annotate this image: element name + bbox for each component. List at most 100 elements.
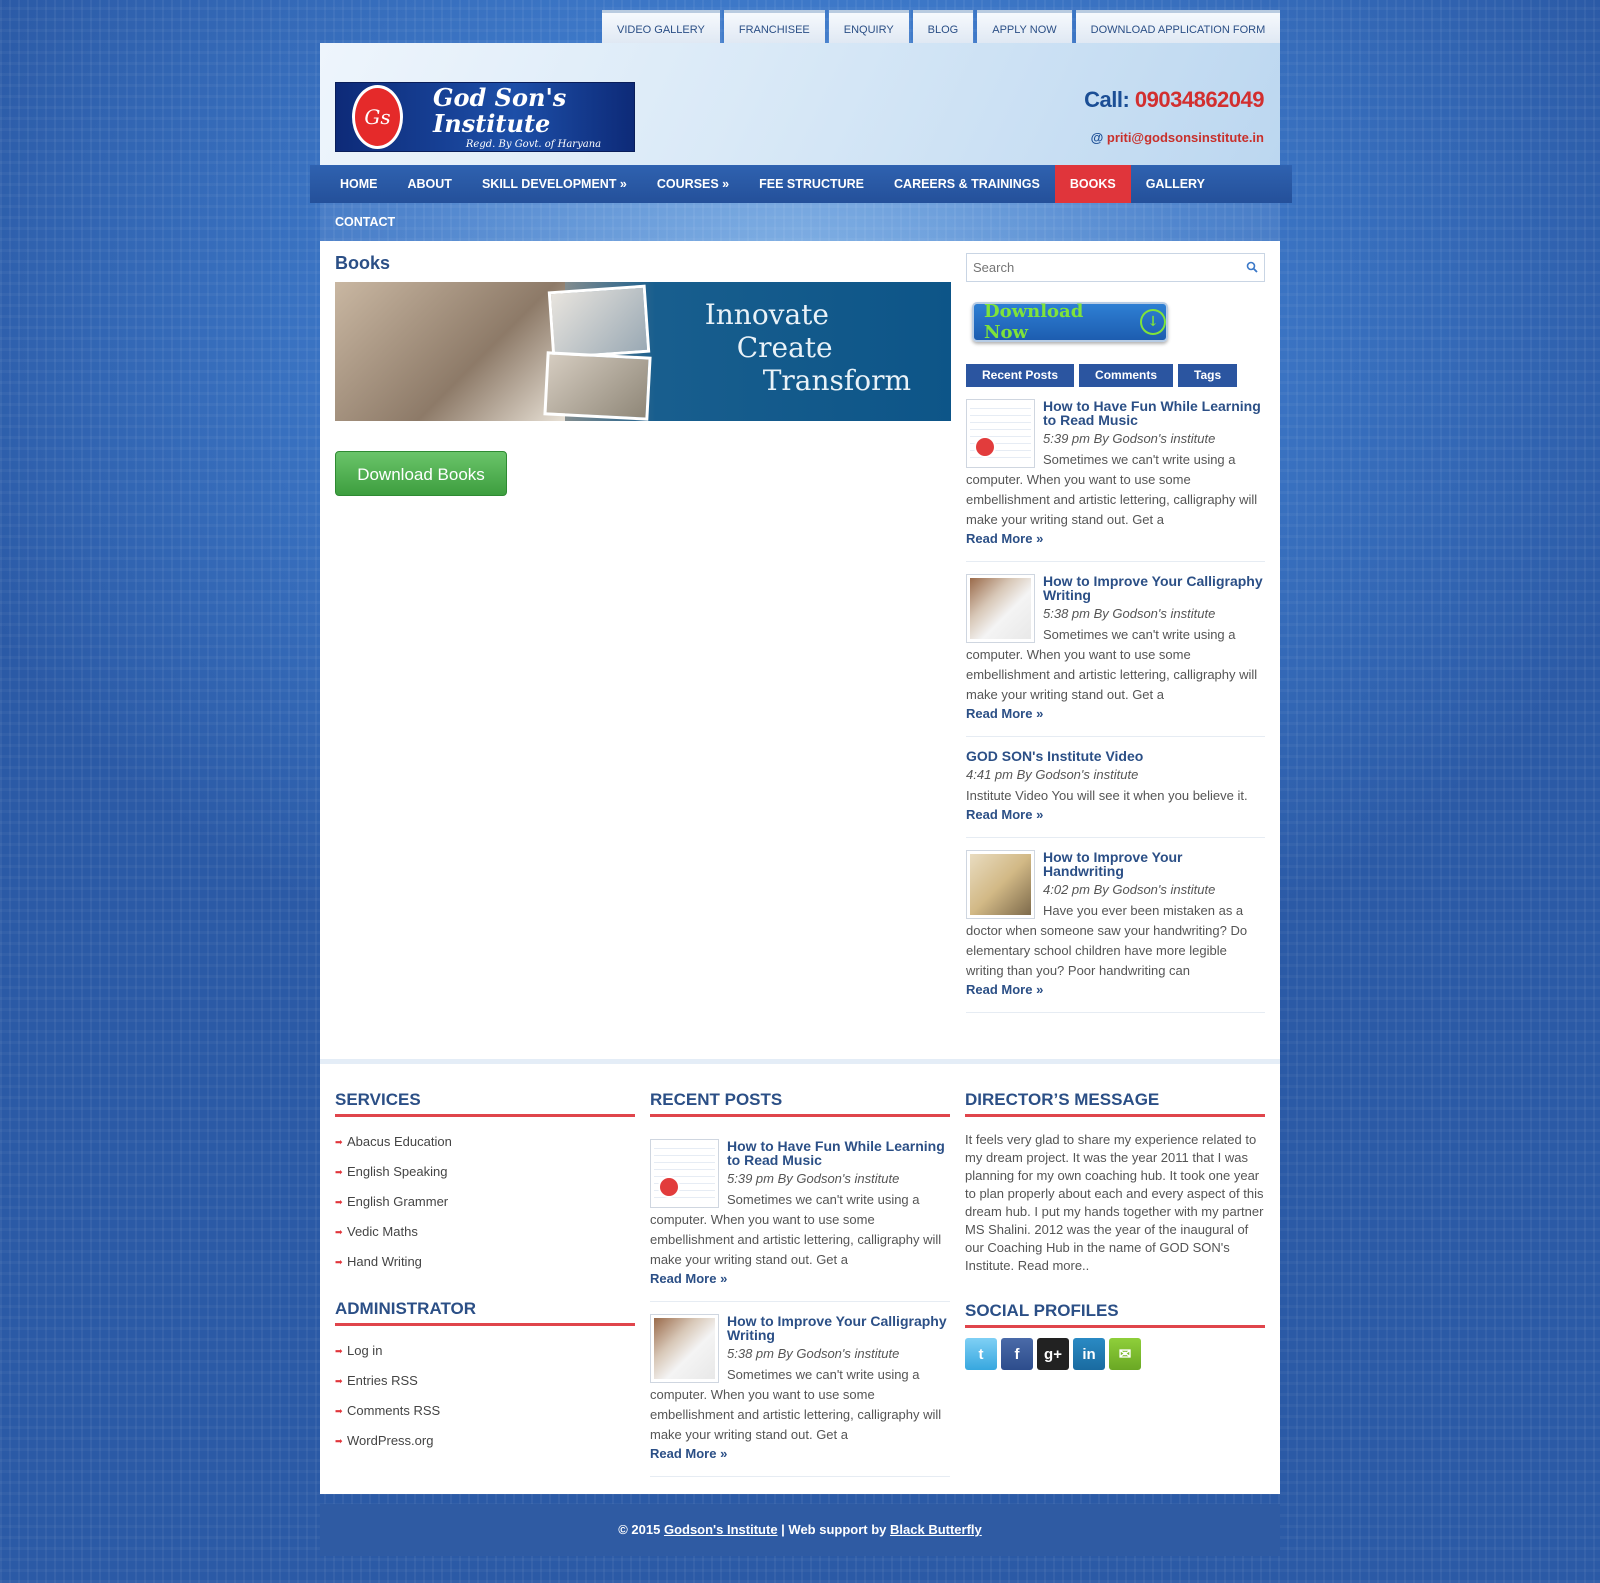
recent-posts-title: RECENT POSTS [650,1090,950,1117]
post-thumbnail-image [970,403,1031,464]
search-input[interactable] [967,254,1237,281]
post-item: How to Improve Your Calligraphy Writing 5… [650,1302,950,1477]
read-more-link[interactable]: Read More » [966,706,1265,721]
page-wrapper: Gs God Son's Institute Regd. By Govt. of… [310,43,1292,1556]
logo-subtitle: Regd. By Govt. of Haryana [465,138,602,150]
director-message: It feels very glad to share my experienc… [965,1132,1264,1273]
director-title: DIRECTOR’S MESSAGE [965,1090,1265,1117]
top-links: VIDEO GALLERY FRANCHISEE ENQUIRY BLOG APPLY … [602,10,1281,44]
sidebar-tabs: Recent Posts Comments Tags [966,364,1265,387]
download-now-button[interactable]: Download Now ↓ [972,301,1168,343]
banner-photo-classroom [335,282,565,421]
linkedin-icon[interactable]: in [1073,1338,1105,1370]
sidebar-post-list: How to Have Fun While Learning to Read M… [966,387,1265,1013]
banner-line-3: Transform [762,364,911,397]
content-area: Books Innovate Create Transform Download… [320,241,1280,1059]
post-item: How to Improve Your Calligraphy Writing 5… [966,562,1265,737]
list-item-english-grammer[interactable]: English Grammer [335,1187,635,1217]
download-now-label: Download Now [984,301,1084,343]
download-arrow-icon: ↓ [1140,309,1166,335]
list-item-hand-writing[interactable]: Hand Writing [335,1247,635,1277]
banner-slogan: Innovate Create Transform [705,298,911,397]
post-item: How to Improve Your Handwriting 4:02 pm B… [966,838,1265,1013]
post-item: How to Have Fun While Learning to Read M… [966,387,1265,562]
tab-tags[interactable]: Tags [1178,364,1238,387]
post-item: How to Have Fun While Learning to Read M… [650,1127,950,1302]
nav-item-contact[interactable]: CONTACT [335,215,395,229]
administrator-title: ADMINISTRATOR [335,1299,635,1326]
list-item-comments-rss[interactable]: Comments RSS [335,1396,635,1426]
page-title: Books [335,253,391,273]
phone-number: 09034862049 [1134,87,1265,112]
top-link-apply-now[interactable]: APPLY NOW [977,10,1072,44]
main-nav: HOME ABOUT SKILL DEVELOPMENT » COURSES » FEE… [310,165,1292,203]
nav-item-books[interactable]: BOOKS [1054,165,1131,203]
support-link[interactable]: Black Butterfly [890,1522,982,1537]
download-books-button[interactable]: Download Books [335,451,507,496]
call-label: Call: [1084,87,1130,112]
read-more-link[interactable]: Read More » [650,1446,950,1461]
facebook-icon[interactable]: f [1001,1338,1033,1370]
post-thumbnail[interactable] [966,574,1035,643]
sidebar: Download Now ↓ Recent Posts Comments Tag… [966,253,1265,1029]
twitter-icon[interactable]: t [965,1338,997,1370]
top-link-blog[interactable]: BLOG [912,10,974,44]
email-info: @ priti@godsonsinstitute.in [1091,130,1264,145]
footer-widgets: SERVICES Abacus EducationEnglish Speakin… [320,1059,1280,1494]
copyright-mid: | Web support by [777,1522,891,1537]
copyright-prefix: © 2015 [618,1522,664,1537]
social-title: SOCIAL PROFILES [965,1301,1265,1328]
nav-item-careers-trainings[interactable]: CAREERS & TRAININGS [879,165,1055,203]
administrator-list: Log inEntries RSSComments RSSWordPress.o… [335,1336,635,1456]
list-item-abacus-education[interactable]: Abacus Education [335,1127,635,1157]
post-thumbnail[interactable] [966,850,1035,919]
read-more-link[interactable]: Read More » [966,531,1265,546]
post-thumbnail[interactable] [650,1139,719,1208]
copyright-bar: © 2015 Godson's Institute | Web support … [320,1504,1280,1556]
tab-comments[interactable]: Comments [1079,364,1174,387]
logo-name: God Son's Institute [433,82,567,138]
post-item: GOD SON's Institute Video 4:41 pm By Gods… [966,737,1265,838]
nav-item-fee-structure[interactable]: FEE STRUCTURE [744,165,879,203]
google-plus-icon[interactable]: g+ [1037,1338,1069,1370]
post-thumbnail-image [654,1143,715,1204]
read-more-link[interactable]: Read More » [966,982,1265,997]
footer-col-recent: RECENT POSTS How to Have Fun While Learn… [650,1090,950,1477]
top-link-download-application-form[interactable]: DOWNLOAD APPLICATION FORM [1075,10,1281,44]
post-thumbnail-image [654,1318,715,1379]
list-item-entries-rss[interactable]: Entries RSS [335,1366,635,1396]
read-more-link[interactable]: Read More » [650,1271,950,1286]
site-header: Gs God Son's Institute Regd. By Govt. of… [320,43,1280,165]
nav-item-skill-development[interactable]: SKILL DEVELOPMENT » [467,165,642,203]
list-item-wordpress-org[interactable]: WordPress.org [335,1426,635,1456]
list-item-log-in[interactable]: Log in [335,1336,635,1366]
post-thumbnail[interactable] [966,399,1035,468]
site-logo[interactable]: Gs God Son's Institute Regd. By Govt. of… [335,82,635,152]
list-item-english-speaking[interactable]: English Speaking [335,1157,635,1187]
nav-item-home[interactable]: HOME [325,165,393,203]
post-thumbnail-image [970,854,1031,915]
list-item-vedic-maths[interactable]: Vedic Maths [335,1217,635,1247]
services-title: SERVICES [335,1090,635,1117]
search-box [966,253,1265,282]
nav-item-about[interactable]: ABOUT [393,165,467,203]
nav-item-gallery[interactable]: GALLERY [1131,165,1220,203]
search-icon[interactable] [1246,261,1258,273]
post-thumbnail[interactable] [650,1314,719,1383]
site-link[interactable]: Godson's Institute [664,1522,778,1537]
email-address[interactable]: priti@godsonsinstitute.in [1107,130,1264,145]
post-title[interactable]: GOD SON's Institute Video [966,749,1265,763]
social-icons: t f g+ in ✉ [965,1338,1265,1370]
nav-item-courses[interactable]: COURSES » [642,165,744,203]
top-link-enquiry[interactable]: ENQUIRY [828,10,909,44]
top-link-franchisee[interactable]: FRANCHISEE [723,10,825,44]
read-more-link[interactable]: Read More » [966,807,1265,822]
tab-recent-posts[interactable]: Recent Posts [966,364,1075,387]
top-link-video-gallery[interactable]: VIDEO GALLERY [602,10,720,44]
email-icon[interactable]: ✉ [1109,1338,1141,1370]
banner-line-1: Innovate [704,298,830,331]
post-excerpt: Institute Video You will see it when you… [966,788,1248,803]
post-meta: 4:41 pm By Godson's institute [966,767,1139,782]
footer-col-director: DIRECTOR’S MESSAGE It feels very glad to… [965,1090,1265,1474]
services-list: Abacus EducationEnglish SpeakingEnglish … [335,1127,635,1277]
